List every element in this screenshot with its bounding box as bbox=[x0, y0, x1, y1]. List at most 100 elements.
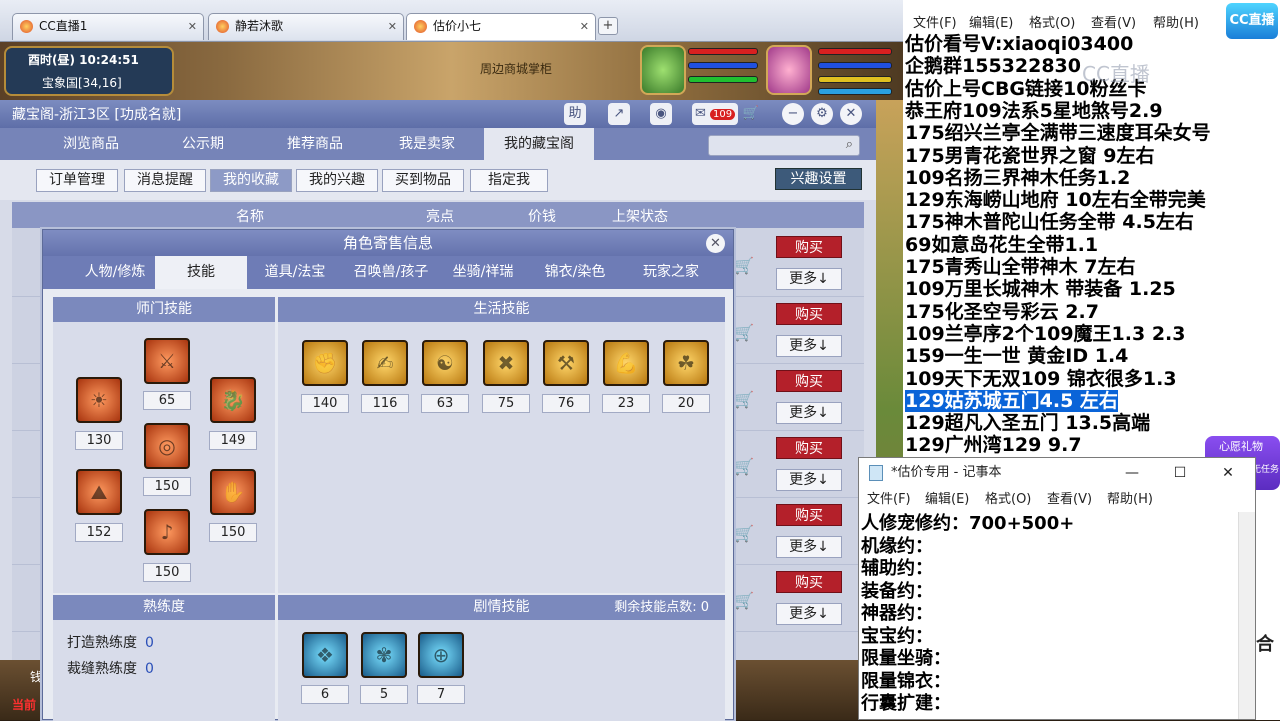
notepad-line[interactable]: 宝宝约： bbox=[861, 626, 933, 649]
cart-icon[interactable]: 🛒 bbox=[734, 591, 754, 610]
menu-help[interactable]: 帮助(H) bbox=[1153, 12, 1199, 31]
browser-tab-cc-live[interactable]: CC直播1 ✕ bbox=[12, 13, 204, 40]
tab-pets[interactable]: 召唤兽/孩子 bbox=[343, 256, 439, 289]
buy-button[interactable]: 购买 bbox=[776, 236, 842, 258]
notepad-line[interactable]: 机缘约： bbox=[861, 536, 933, 559]
settings-gear-icon[interactable]: ⚙ bbox=[811, 103, 833, 125]
text-line[interactable]: 159一生一世 黄金ID 1.4 bbox=[905, 345, 1128, 367]
text-line[interactable]: 175青秀山全带神木 7左右 bbox=[905, 256, 1136, 278]
record-icon[interactable]: ◉ bbox=[650, 103, 672, 125]
text-line[interactable]: 109名扬三界神木任务1.2 bbox=[905, 167, 1130, 189]
text-line[interactable]: 129广州湾129 9.7 bbox=[905, 434, 1082, 456]
player-portrait[interactable] bbox=[766, 45, 812, 95]
cart-icon[interactable]: 🛒 bbox=[740, 103, 762, 125]
text-line[interactable]: 129东海崂山地府 10左右全带完美 bbox=[905, 189, 1206, 211]
life-skill-icon[interactable]: ✊ bbox=[302, 340, 348, 386]
tab-mounts[interactable]: 坐骑/祥瑞 bbox=[435, 256, 531, 289]
pet-portrait[interactable] bbox=[640, 45, 686, 95]
new-tab-button[interactable]: + bbox=[598, 17, 618, 35]
buy-button[interactable]: 购买 bbox=[776, 571, 842, 593]
menu-help[interactable]: 帮助(H) bbox=[1107, 488, 1153, 512]
menu-file[interactable]: 文件(F) bbox=[913, 12, 957, 31]
more-button[interactable]: 更多↓ bbox=[776, 402, 842, 424]
life-skill-icon[interactable]: ⚒ bbox=[543, 340, 589, 386]
browser-tab-jingruo[interactable]: 静若沐歌 ✕ bbox=[208, 13, 404, 40]
text-line[interactable]: 109兰亭序2个109魔王1.3 2.3 bbox=[905, 323, 1185, 345]
menu-format[interactable]: 格式(O) bbox=[985, 488, 1031, 512]
message-icon[interactable]: ✉ 109 bbox=[692, 103, 738, 125]
tab-items[interactable]: 道具/法宝 bbox=[247, 256, 343, 289]
notepad-maximize-icon[interactable]: ☐ bbox=[1165, 458, 1195, 488]
notepad-line[interactable]: 装备约： bbox=[861, 581, 933, 604]
life-skill-icon[interactable]: ✍ bbox=[362, 340, 408, 386]
favorites-button[interactable]: 我的收藏 bbox=[210, 169, 292, 192]
tab-my-pavilion[interactable]: 我的藏宝阁 bbox=[484, 128, 594, 160]
text-line[interactable]: 175神木普陀山任务全带 4.5左右 bbox=[905, 211, 1194, 233]
text-line[interactable]: 129超凡入圣五门 13.5高端 bbox=[905, 412, 1150, 434]
more-button[interactable]: 更多↓ bbox=[776, 335, 842, 357]
tab-outfits[interactable]: 锦衣/染色 bbox=[527, 256, 623, 289]
cart-icon[interactable]: 🛒 bbox=[734, 457, 754, 476]
tab-publicity[interactable]: 公示期 bbox=[152, 128, 254, 160]
menu-view[interactable]: 查看(V) bbox=[1091, 12, 1136, 31]
text-line[interactable]: 175化圣空号彩云 2.7 bbox=[905, 301, 1099, 323]
notepad-line[interactable]: 辅助约： bbox=[861, 558, 933, 581]
close-tab-icon[interactable]: ✕ bbox=[188, 14, 197, 39]
search-icon[interactable]: ⌕ bbox=[846, 137, 853, 152]
dialog-close-icon[interactable]: ✕ bbox=[706, 234, 725, 253]
life-skill-icon[interactable]: ☘ bbox=[663, 340, 709, 386]
buy-button[interactable]: 购买 bbox=[776, 437, 842, 459]
sect-skill-icon[interactable]: ♪ bbox=[144, 509, 190, 555]
tab-home[interactable]: 玩家之家 bbox=[621, 256, 721, 289]
interest-settings-button[interactable]: 兴趣设置 bbox=[775, 168, 862, 190]
notepad-minimize-icon[interactable]: — bbox=[1117, 458, 1147, 488]
menu-view[interactable]: 查看(V) bbox=[1047, 488, 1092, 512]
orders-button[interactable]: 订单管理 bbox=[36, 169, 118, 192]
search-input[interactable]: ⌕ bbox=[708, 135, 860, 156]
help-button[interactable]: 助 bbox=[564, 103, 586, 125]
notepad-close-icon[interactable]: ✕ bbox=[1213, 458, 1243, 488]
life-skill-icon[interactable]: ☯ bbox=[422, 340, 468, 386]
text-line[interactable]: 109天下无双109 锦衣很多1.3 bbox=[905, 368, 1177, 390]
buy-button[interactable]: 购买 bbox=[776, 370, 842, 392]
cart-icon[interactable]: 🛒 bbox=[734, 256, 754, 275]
text-line[interactable]: 175男青花瓷世界之窗 9左右 bbox=[905, 145, 1155, 167]
text-line[interactable]: 企鹅群155322830 bbox=[905, 55, 1081, 77]
purchased-button[interactable]: 买到物品 bbox=[382, 169, 464, 192]
sect-skill-icon[interactable]: ✋ bbox=[210, 469, 256, 515]
buy-button[interactable]: 购买 bbox=[776, 504, 842, 526]
story-skill-icon[interactable]: ✾ bbox=[361, 632, 407, 678]
buy-button[interactable]: 购买 bbox=[776, 303, 842, 325]
cart-icon[interactable]: 🛒 bbox=[734, 390, 754, 409]
text-line[interactable]: 175绍兴兰亭全满带三速度耳朵女号 bbox=[905, 122, 1211, 144]
notepad-line[interactable]: 限量锦衣： bbox=[861, 671, 951, 694]
close-tab-icon[interactable]: ✕ bbox=[580, 14, 589, 39]
text-line[interactable]: 109万里长城神木 带装备 1.25 bbox=[905, 278, 1176, 300]
tab-recommended[interactable]: 推荐商品 bbox=[264, 128, 366, 160]
notepad-line[interactable]: 行囊扩建： bbox=[861, 693, 951, 716]
text-line[interactable]: 恭王府109法系5星地煞号2.9 bbox=[905, 100, 1163, 122]
tab-character[interactable]: 人物/修炼 bbox=[65, 256, 165, 289]
menu-edit[interactable]: 编辑(E) bbox=[925, 488, 969, 512]
story-skill-icon[interactable]: ❖ bbox=[302, 632, 348, 678]
tab-seller[interactable]: 我是卖家 bbox=[376, 128, 478, 160]
sect-skill-icon[interactable]: ◎ bbox=[144, 423, 190, 469]
text-line[interactable]: 估价看号V:xiaoqi03400 bbox=[905, 33, 1133, 55]
interests-button[interactable]: 我的兴趣 bbox=[296, 169, 378, 192]
menu-edit[interactable]: 编辑(E) bbox=[969, 12, 1013, 31]
notepad-scrollbar[interactable] bbox=[1238, 512, 1255, 719]
cart-icon[interactable]: 🛒 bbox=[734, 524, 754, 543]
menu-format[interactable]: 格式(O) bbox=[1029, 12, 1075, 31]
minimize-icon[interactable]: − bbox=[782, 103, 804, 125]
more-button[interactable]: 更多↓ bbox=[776, 603, 842, 625]
notepad-line[interactable]: 神器约： bbox=[861, 603, 933, 626]
life-skill-icon[interactable]: 💪 bbox=[603, 340, 649, 386]
tab-skills[interactable]: 技能 bbox=[155, 256, 247, 289]
sect-skill-icon[interactable]: ☀ bbox=[76, 377, 122, 423]
notepad-line[interactable]: 限量坐骑： bbox=[861, 648, 951, 671]
close-icon[interactable]: ✕ bbox=[840, 103, 862, 125]
life-skill-icon[interactable]: ✖ bbox=[483, 340, 529, 386]
text-line[interactable]: 129姑苏城五门4.5 左右 bbox=[905, 389, 1118, 412]
more-button[interactable]: 更多↓ bbox=[776, 536, 842, 558]
menu-file[interactable]: 文件(F) bbox=[867, 488, 911, 512]
